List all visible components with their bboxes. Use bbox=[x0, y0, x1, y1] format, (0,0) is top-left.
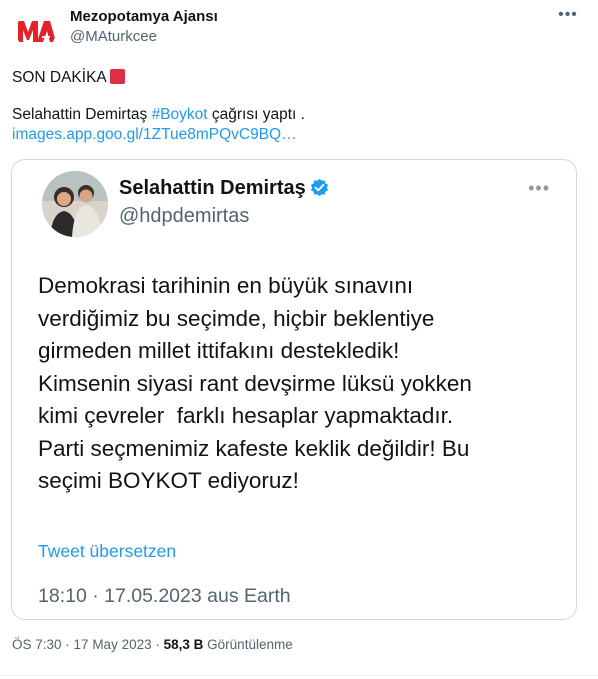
embedded-avatar bbox=[42, 171, 108, 237]
author-avatar[interactable] bbox=[16, 11, 56, 51]
embedded-body-line: Demokrasi tarihinin en büyük sınavını bbox=[38, 273, 414, 298]
ma-logo-icon bbox=[18, 21, 56, 42]
separator-dot: · bbox=[155, 637, 164, 652]
url-link[interactable]: images.app.goo.gl/1ZTue8mPQvC9BQ… bbox=[12, 126, 297, 143]
more-options-icon[interactable]: ••• bbox=[556, 7, 580, 28]
author-handle[interactable]: @MAturkcee bbox=[70, 28, 157, 45]
embedded-timestamp: 18:10 · 17.05.2023 aus Earth bbox=[38, 585, 291, 607]
embedded-body-line: verdiğimiz bu seçimde, hiçbir beklentiye bbox=[38, 305, 435, 331]
separator-dot: · bbox=[65, 637, 74, 652]
tweet-text: SON DAKİKA Selahattin Demirtaş #Boykot ç… bbox=[12, 68, 582, 145]
people-photo-icon bbox=[42, 171, 108, 237]
embedded-body-line: seçimi BOYKOT ediyoruz! bbox=[38, 468, 299, 493]
embedded-body-line: girmeden millet ittifakını destekledik! bbox=[38, 338, 400, 363]
embedded-author-handle: @hdpdemirtas bbox=[119, 205, 250, 227]
tweet-date[interactable]: 17 May 2023 bbox=[74, 637, 152, 652]
divider bbox=[0, 675, 598, 676]
embedded-tweet-body: Demokrasi tarihinin en büyük sınavını ve… bbox=[38, 270, 558, 498]
tweet-line-1: SON DAKİKA bbox=[12, 68, 582, 88]
tweet-line-2: Selahattin Demirtaş #Boykot çağrısı yapt… bbox=[12, 106, 305, 123]
embedded-tweet-image[interactable]: Selahattin Demirtaş @hdpdemirtas ••• Dem… bbox=[11, 159, 577, 620]
views-count: 58,3 B bbox=[163, 637, 204, 652]
tweet-headline: SON DAKİKA bbox=[12, 69, 107, 86]
tweet-author: Mezopotamya Ajansı @MAturkcee ••• bbox=[12, 7, 588, 52]
author-name[interactable]: Mezopotamya Ajansı bbox=[70, 8, 218, 25]
embedded-translate-link: Tweet übersetzen bbox=[38, 541, 177, 561]
embedded-body-line: Kimsenin siyasi rant devşirme lüksü yokk… bbox=[38, 370, 472, 396]
verified-badge-icon bbox=[310, 178, 328, 197]
embedded-body-line: kimi çevreler farklı hesaplar yapmaktadı… bbox=[38, 403, 454, 428]
tweet-time[interactable]: ÖS 7:30 bbox=[12, 637, 62, 652]
embedded-body-line: Parti seçmenimiz kafeste keklik değildir… bbox=[38, 435, 470, 461]
tweet-metadata: ÖS 7:30 · 17 May 2023 · 58,3 B Görüntüle… bbox=[12, 637, 293, 652]
views-label: Görüntülenme bbox=[207, 637, 293, 652]
embedded-more-icon: ••• bbox=[528, 178, 550, 198]
embedded-author-name: Selahattin Demirtaş bbox=[119, 177, 329, 200]
hashtag-link[interactable]: #Boykot bbox=[152, 106, 208, 123]
red-square-emoji-icon bbox=[109, 69, 125, 84]
